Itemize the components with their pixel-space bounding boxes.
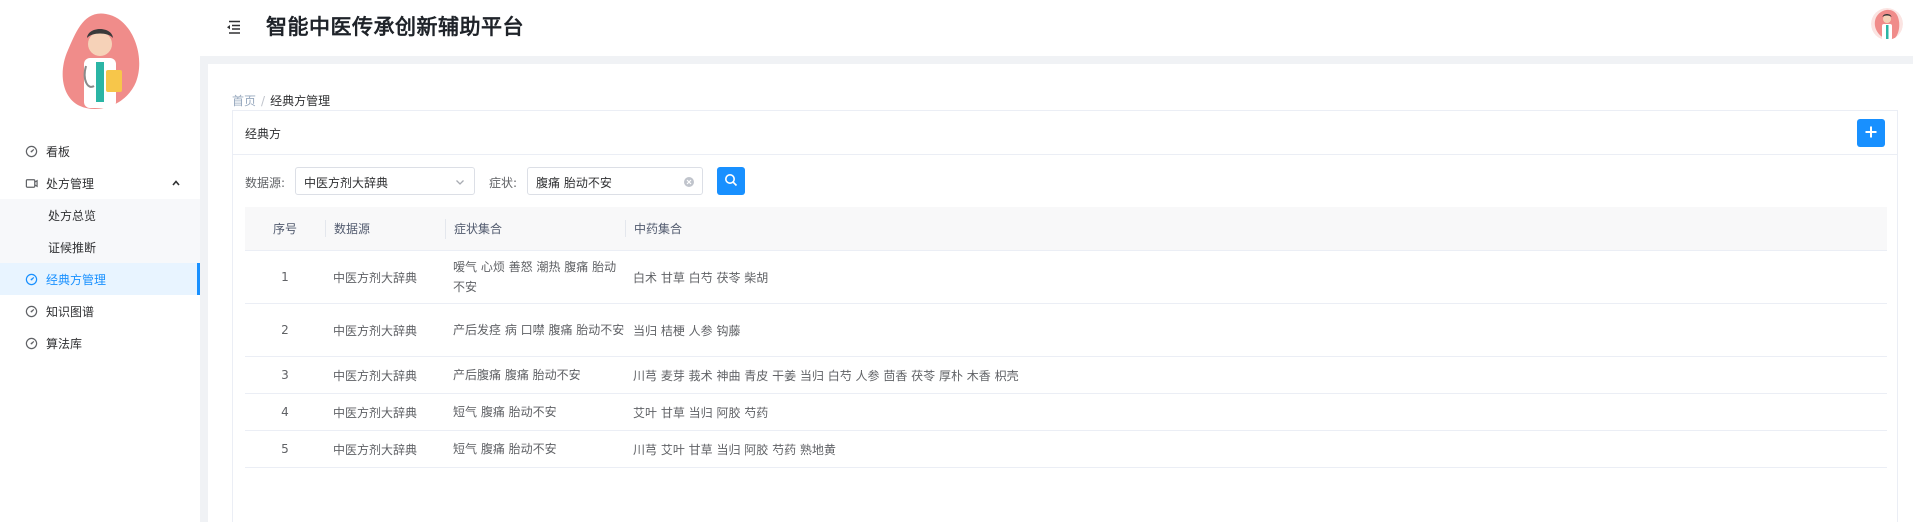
sidebar-item-knowledge-graph[interactable]: 知识图谱 — [0, 295, 200, 327]
avatar[interactable] — [1871, 8, 1903, 40]
main-content: 首页 / 经典方管理 经典方 数据源: 中医方剂大辞典 症状: 腹痛 胎动不安 … — [208, 64, 1913, 522]
sidebar-item-algorithm-library[interactable]: 算法库 — [0, 327, 200, 359]
table-row[interactable]: 4 中医方剂大辞典 短气 腹痛 胎动不安 艾叶 甘草 当归 阿胶 芍药 — [245, 394, 1887, 431]
column-header-index: 序号 — [272, 222, 297, 236]
search-button[interactable] — [717, 167, 745, 195]
table-row[interactable]: 1 中医方剂大辞典 嗳气 心烦 善怒 潮热 腹痛 胎动不安 白术 甘草 白芍 茯… — [245, 251, 1887, 304]
column-header-symptoms: 症状集合 — [445, 218, 625, 239]
cell-source: 中医方剂大辞典 — [333, 323, 418, 338]
symptom-label: 症状: — [489, 176, 518, 190]
card-header: 经典方 — [233, 111, 1897, 155]
column-header-source: 数据源 — [325, 220, 445, 237]
sidebar-item-dashboard[interactable]: 看板 — [0, 135, 200, 167]
cell-herbs: 川芎 麦芽 莪术 神曲 青皮 干姜 当归 白芍 人参 茴香 茯苓 厚朴 木香 枳… — [633, 368, 1019, 383]
dashboard-icon — [24, 336, 38, 350]
chevron-up-icon — [170, 177, 182, 189]
classic-formula-card: 经典方 数据源: 中医方剂大辞典 症状: 腹痛 胎动不安 序号 数据源 症状集合… — [232, 110, 1898, 522]
cell-index: 2 — [281, 323, 289, 337]
symptom-input[interactable]: 腹痛 胎动不安 — [527, 167, 703, 195]
cell-herbs: 当归 桔梗 人参 钩藤 — [633, 323, 741, 338]
search-icon — [724, 172, 738, 191]
cell-source: 中医方剂大辞典 — [333, 270, 418, 285]
sidebar-item-prescription[interactable]: 处方管理 — [0, 167, 200, 199]
table-header: 序号 数据源 症状集合 中药集合 — [245, 207, 1887, 251]
source-select-value: 中医方剂大辞典 — [304, 176, 389, 190]
breadcrumb-current: 经典方管理 — [270, 94, 331, 108]
symptom-input-value: 腹痛 胎动不安 — [536, 176, 612, 190]
cell-symptoms: 产后腹痛 腹痛 胎动不安 — [453, 368, 581, 382]
cell-symptoms: 短气 腹痛 胎动不安 — [453, 442, 557, 456]
doctor-logo — [50, 10, 150, 115]
sidebar-item-label: 算法库 — [46, 336, 83, 351]
breadcrumb-home[interactable]: 首页 — [232, 94, 256, 108]
page-title: 智能中医传承创新辅助平台 — [266, 15, 524, 39]
cell-symptoms: 嗳气 心烦 善怒 潮热 腹痛 胎动不安 — [453, 260, 617, 294]
clear-icon[interactable] — [683, 176, 695, 188]
plus-icon — [1864, 124, 1878, 143]
sidebar-item-label: 知识图谱 — [46, 304, 95, 319]
cell-index: 5 — [281, 442, 289, 456]
sidebar-menu: 看板 处方管理 处方总览 证候推断 经典方管理 知识图谱 算法库 — [0, 135, 200, 359]
chevron-down-icon — [454, 176, 466, 188]
cell-herbs: 艾叶 甘草 当归 阿胶 芍药 — [633, 405, 769, 420]
table-row[interactable]: 2 中医方剂大辞典 产后发痉 病 口噤 腹痛 胎动不安 当归 桔梗 人参 钩藤 — [245, 304, 1887, 357]
table-row[interactable]: 5 中医方剂大辞典 短气 腹痛 胎动不安 川芎 艾叶 甘草 当归 阿胶 芍药 熟… — [245, 431, 1887, 468]
sidebar-item-prescription-overview[interactable]: 处方总览 — [0, 199, 200, 231]
cell-symptoms: 产后发痉 病 口噤 腹痛 胎动不安 — [453, 323, 625, 337]
cell-index: 4 — [281, 405, 289, 419]
table-row[interactable]: 3 中医方剂大辞典 产后腹痛 腹痛 胎动不安 川芎 麦芽 莪术 神曲 青皮 干姜… — [245, 357, 1887, 394]
cell-symptoms: 短气 腹痛 胎动不安 — [453, 405, 557, 419]
cell-herbs: 川芎 艾叶 甘草 当归 阿胶 芍药 熟地黄 — [633, 442, 836, 457]
formula-table: 序号 数据源 症状集合 中药集合 1 中医方剂大辞典 嗳气 心烦 善怒 潮热 腹… — [245, 207, 1887, 468]
dashboard-icon — [24, 144, 38, 158]
cell-source: 中医方剂大辞典 — [333, 442, 418, 457]
breadcrumb-separator: / — [261, 94, 266, 108]
dashboard-icon — [24, 304, 38, 318]
sidebar: 看板 处方管理 处方总览 证候推断 经典方管理 知识图谱 算法库 — [0, 0, 200, 522]
filter-row: 数据源: 中医方剂大辞典 症状: 腹痛 胎动不安 — [233, 167, 1897, 195]
breadcrumb: 首页 / 经典方管理 — [232, 92, 330, 109]
sidebar-item-label: 处方总览 — [48, 208, 97, 223]
cell-herbs: 白术 甘草 白芍 茯苓 柴胡 — [633, 270, 769, 285]
cell-source: 中医方剂大辞典 — [333, 405, 418, 420]
prescription-icon — [24, 176, 38, 190]
cell-index: 3 — [281, 368, 289, 382]
sidebar-item-syndrome-inference[interactable]: 证候推断 — [0, 231, 200, 263]
sidebar-item-label: 处方管理 — [46, 176, 95, 191]
cell-source: 中医方剂大辞典 — [333, 368, 418, 383]
sidebar-item-label: 看板 — [46, 144, 71, 159]
add-button[interactable] — [1857, 119, 1885, 147]
sidebar-item-classic-formula[interactable]: 经典方管理 — [0, 263, 200, 295]
dashboard-icon — [24, 272, 38, 286]
app-root: 看板 处方管理 处方总览 证候推断 经典方管理 知识图谱 算法库 智能中医传承创… — [0, 0, 1913, 522]
sidebar-item-label: 经典方管理 — [46, 272, 107, 287]
top-header: 智能中医传承创新辅助平台 — [200, 0, 1913, 56]
menu-fold-icon[interactable] — [224, 18, 242, 36]
sidebar-item-label: 证候推断 — [48, 240, 97, 255]
column-header-herbs: 中药集合 — [625, 220, 1887, 237]
source-label: 数据源: — [245, 176, 286, 190]
card-title: 经典方 — [245, 127, 282, 141]
source-select[interactable]: 中医方剂大辞典 — [295, 167, 475, 195]
cell-index: 1 — [281, 270, 289, 284]
